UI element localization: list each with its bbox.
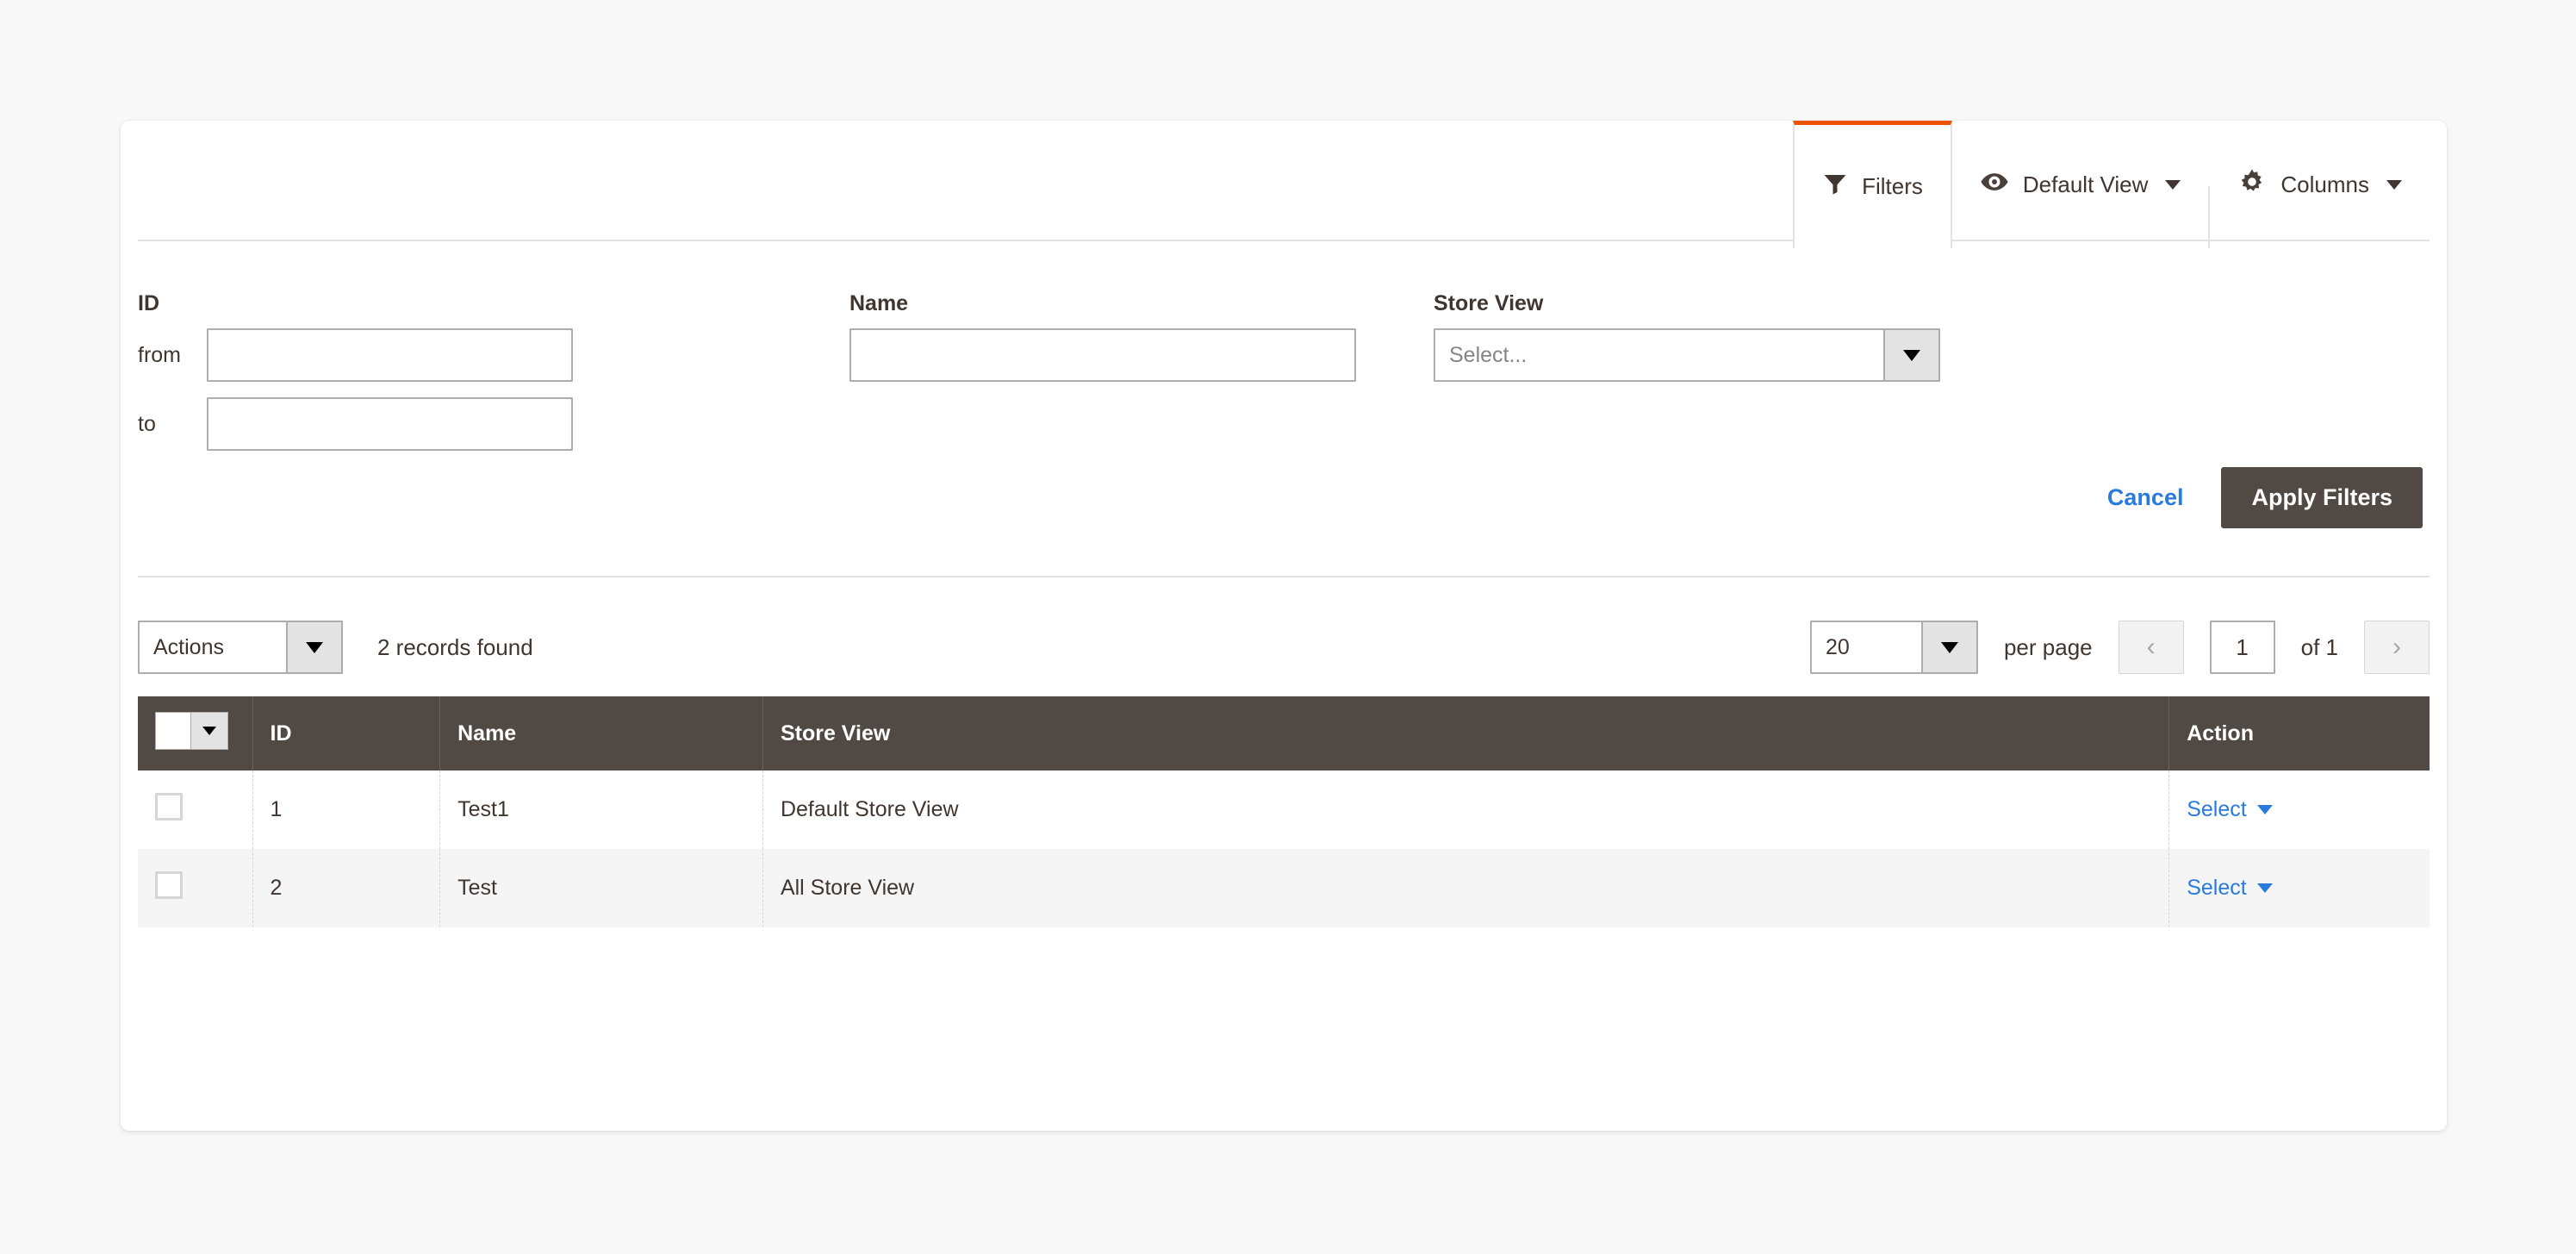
row-checkbox[interactable]	[155, 793, 183, 820]
cancel-button[interactable]: Cancel	[2107, 484, 2184, 511]
row-action-label: Select	[2187, 876, 2247, 900]
total-pages-label: of 1	[2300, 633, 2338, 660]
filter-id-to-row: to	[138, 397, 573, 451]
table-header-row: ID Name Store View Action	[138, 696, 2430, 770]
row-checkbox-cell[interactable]	[138, 849, 253, 927]
filter-id-from-prefix: from	[138, 342, 181, 367]
grid-toolbar: Filters Default View Columns	[121, 121, 2447, 248]
chevron-down-icon	[2386, 179, 2402, 190]
column-header-action: Action	[2168, 696, 2430, 770]
select-all-header[interactable]	[138, 696, 253, 770]
select-all-dropdown[interactable]	[155, 712, 228, 750]
filter-id-to-prefix: to	[138, 411, 156, 436]
row-action-select[interactable]: Select	[2187, 876, 2273, 901]
column-header-name[interactable]: Name	[439, 696, 763, 770]
tab-default-view-label: Default View	[2022, 171, 2149, 197]
cell-store-view: All Store View	[762, 849, 2170, 927]
filters-grid-divider	[138, 576, 2430, 577]
toolbar-tabs: Filters Default View Columns	[1793, 121, 2430, 248]
filter-id-from-input[interactable]	[207, 328, 573, 382]
filters-form: ID from to Name Store View Select...	[121, 248, 2447, 474]
tab-filters[interactable]: Filters	[1793, 121, 1952, 248]
filter-id-from-row: from	[138, 328, 573, 382]
apply-filters-button[interactable]: Apply Filters	[2221, 467, 2423, 528]
filter-store-view-value: Select...	[1449, 342, 1528, 367]
chevron-down-icon	[2256, 805, 2273, 814]
chevron-down-icon	[286, 622, 341, 672]
filter-name-label: Name	[849, 291, 909, 315]
chevron-right-icon: ›	[2392, 633, 2401, 661]
row-action-select[interactable]: Select	[2187, 797, 2273, 822]
grid-controls-right: 20 per page ‹ of 1 ›	[1809, 621, 2430, 674]
filters-action-row: Cancel Apply Filters	[2107, 467, 2423, 528]
chevron-down-icon	[1883, 330, 1938, 380]
records-found-label: 2 records found	[377, 633, 533, 660]
cell-action: Select	[2168, 770, 2430, 849]
cell-name: Test1	[439, 770, 763, 849]
chevron-down-icon	[190, 713, 227, 749]
cell-id: 2	[252, 849, 441, 927]
column-header-id[interactable]: ID	[252, 696, 441, 770]
cell-name: Test	[439, 849, 763, 927]
filter-store-view-select[interactable]: Select...	[1434, 328, 1940, 382]
actions-select-value: Actions	[153, 634, 224, 659]
page-number-input[interactable]	[2209, 621, 2275, 674]
cell-store-view: Default Store View	[762, 770, 2170, 849]
grid-controls-left: Actions 2 records found	[138, 621, 533, 674]
row-checkbox[interactable]	[155, 871, 183, 899]
filter-id-to-input[interactable]	[207, 397, 573, 451]
tab-filters-label: Filters	[1862, 173, 1923, 199]
chevron-down-icon	[2165, 179, 2181, 190]
column-header-store-view[interactable]: Store View	[762, 696, 2170, 770]
grid-panel: Filters Default View Columns ID from to …	[121, 121, 2447, 1131]
per-page-value: 20	[1825, 634, 1850, 659]
cell-id: 1	[252, 770, 441, 849]
table-row[interactable]: 1 Test1 Default Store View Select	[138, 770, 2430, 849]
select-all-checkbox[interactable]	[156, 713, 190, 749]
filter-id-label: ID	[138, 291, 159, 315]
cell-action: Select	[2168, 849, 2430, 927]
chevron-down-icon	[1920, 622, 1976, 672]
tab-default-view[interactable]: Default View	[1952, 121, 2209, 248]
table-row[interactable]: 2 Test All Store View Select	[138, 849, 2430, 927]
chevron-down-icon	[2256, 883, 2273, 893]
gear-icon	[2237, 167, 2267, 203]
previous-page-button[interactable]: ‹	[2118, 621, 2184, 674]
filter-group-name: Name	[849, 291, 1356, 382]
chevron-left-icon: ‹	[2146, 633, 2156, 661]
row-action-label: Select	[2187, 797, 2247, 821]
filter-group-id: ID from to	[138, 291, 573, 466]
eye-icon	[1980, 167, 2009, 203]
actions-select[interactable]: Actions	[138, 621, 343, 674]
per-page-select[interactable]: 20	[1809, 621, 1978, 674]
filter-store-view-label: Store View	[1434, 291, 1544, 315]
tab-columns-label: Columns	[2280, 171, 2369, 197]
tab-columns[interactable]: Columns	[2210, 121, 2430, 248]
data-grid: ID Name Store View Action 1 Test1 Defaul…	[138, 696, 2430, 927]
grid-controls: Actions 2 records found 20 per page ‹ of…	[121, 600, 2447, 696]
per-page-label: per page	[2003, 633, 2093, 660]
next-page-button[interactable]: ›	[2364, 621, 2430, 674]
filter-name-input[interactable]	[849, 328, 1356, 382]
row-checkbox-cell[interactable]	[138, 770, 253, 849]
funnel-icon	[1822, 171, 1848, 203]
filter-group-store-view: Store View Select...	[1434, 291, 1940, 382]
